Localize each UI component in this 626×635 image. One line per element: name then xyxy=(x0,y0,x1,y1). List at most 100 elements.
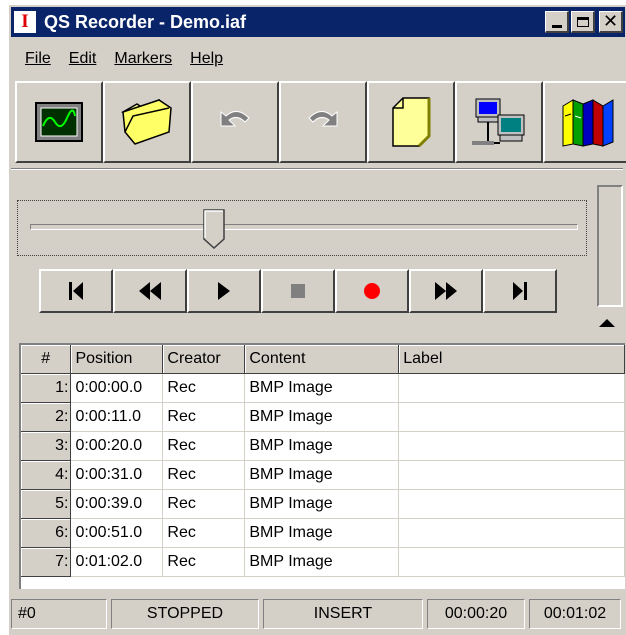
skip-to-end-icon xyxy=(513,282,527,300)
cell-content[interactable]: BMP Image xyxy=(244,431,400,461)
cell-position[interactable]: 0:00:31.0 xyxy=(70,460,164,490)
window-title: QS Recorder - Demo.iaf xyxy=(44,11,247,32)
network-computers-icon xyxy=(472,98,525,145)
position-slider[interactable] xyxy=(17,200,587,256)
cell-position[interactable]: 0:00:11.0 xyxy=(70,402,164,432)
scope-button[interactable] xyxy=(15,81,103,163)
cell-position[interactable]: 0:00:20.0 xyxy=(70,431,164,461)
title-bar[interactable]: I QS Recorder - Demo.iaf ✕ xyxy=(11,7,625,37)
cell-content[interactable]: BMP Image xyxy=(244,460,400,490)
cell-content[interactable]: BMP Image xyxy=(244,518,400,548)
menu-file[interactable]: File xyxy=(11,47,60,73)
col-header-content[interactable]: Content xyxy=(244,345,400,374)
row-number: 4: xyxy=(21,460,72,490)
new-button[interactable] xyxy=(367,81,455,163)
slider-track xyxy=(30,224,578,230)
cell-label[interactable] xyxy=(398,431,625,461)
redo-button[interactable] xyxy=(279,81,367,163)
menu-markers[interactable]: Markers xyxy=(105,47,181,73)
level-up-arrow-icon[interactable] xyxy=(599,319,615,327)
cell-creator[interactable]: Rec xyxy=(162,402,246,432)
cell-content[interactable]: BMP Image xyxy=(244,373,400,403)
close-icon: ✕ xyxy=(602,11,619,31)
marker-table[interactable]: # Position Creator Content Label 1: 0:00:… xyxy=(19,343,625,589)
cell-creator[interactable]: Rec xyxy=(162,547,246,577)
table-row[interactable]: 4: 0:00:31.0 Rec BMP Image xyxy=(21,460,625,490)
cell-content[interactable]: BMP Image xyxy=(244,489,400,519)
table-header-row: # Position Creator Content Label xyxy=(21,345,625,374)
transport-controls xyxy=(39,269,557,313)
cell-content[interactable]: BMP Image xyxy=(244,547,400,577)
row-number: 1: xyxy=(21,373,72,403)
cell-creator[interactable]: Rec xyxy=(162,460,246,490)
col-header-position[interactable]: Position xyxy=(70,345,164,374)
table-row[interactable]: 7: 0:01:02.0 Rec BMP Image xyxy=(21,547,625,577)
cell-content[interactable]: BMP Image xyxy=(244,402,400,432)
menu-bar: File Edit Markers Help xyxy=(11,47,232,73)
minimize-button[interactable] xyxy=(545,11,569,33)
toolbar xyxy=(15,81,626,165)
open-button[interactable] xyxy=(103,81,191,163)
status-state: STOPPED xyxy=(111,599,259,629)
slider-thumb[interactable] xyxy=(203,209,225,249)
menu-label: Markers xyxy=(114,50,173,67)
table-row[interactable]: 2: 0:00:11.0 Rec BMP Image xyxy=(21,402,625,432)
cell-creator[interactable]: Rec xyxy=(162,489,246,519)
status-marker: #0 xyxy=(11,599,107,629)
library-button[interactable] xyxy=(543,81,626,163)
cell-position[interactable]: 0:00:39.0 xyxy=(70,489,164,519)
table-row[interactable]: 6: 0:00:51.0 Rec BMP Image xyxy=(21,518,625,548)
cell-position[interactable]: 0:01:02.0 xyxy=(70,547,164,577)
status-bar: #0 STOPPED INSERT 00:00:20 00:01:02 xyxy=(11,599,621,629)
cell-position[interactable]: 0:00:00.0 xyxy=(70,373,164,403)
open-folder-icon xyxy=(121,98,172,145)
cell-label[interactable] xyxy=(398,547,625,577)
menu-label: Help xyxy=(190,50,224,67)
menu-edit[interactable]: Edit xyxy=(60,47,106,73)
col-header-label[interactable]: Label xyxy=(398,345,625,374)
close-button[interactable]: ✕ xyxy=(599,11,623,33)
cell-creator[interactable]: Rec xyxy=(162,431,246,461)
network-button[interactable] xyxy=(455,81,543,163)
oscilloscope-icon xyxy=(35,102,83,142)
undo-button[interactable] xyxy=(191,81,279,163)
stop-button[interactable] xyxy=(261,269,335,313)
skip-to-start-button[interactable] xyxy=(39,269,113,313)
undo-icon xyxy=(220,110,250,127)
cell-label[interactable] xyxy=(398,460,625,490)
toolbar-separator xyxy=(11,168,623,170)
level-meter[interactable] xyxy=(597,185,623,307)
status-total-time: 00:01:02 xyxy=(529,599,621,629)
redo-icon xyxy=(308,110,338,127)
play-button[interactable] xyxy=(187,269,261,313)
maximize-button[interactable] xyxy=(571,11,595,33)
menu-label: Edit xyxy=(68,50,97,67)
rewind-icon xyxy=(139,282,161,300)
cell-label[interactable] xyxy=(398,518,625,548)
cell-label[interactable] xyxy=(398,402,625,432)
cell-position[interactable]: 0:00:51.0 xyxy=(70,518,164,548)
col-header-creator[interactable]: Creator xyxy=(162,345,246,374)
rewind-button[interactable] xyxy=(113,269,187,313)
skip-to-end-button[interactable] xyxy=(483,269,557,313)
cell-creator[interactable]: Rec xyxy=(162,373,246,403)
play-icon xyxy=(218,282,230,300)
record-button[interactable] xyxy=(335,269,409,313)
app-window: I QS Recorder - Demo.iaf ✕ File Edit Mar… xyxy=(8,4,626,635)
row-number: 7: xyxy=(21,547,72,577)
cell-creator[interactable]: Rec xyxy=(162,518,246,548)
menu-help[interactable]: Help xyxy=(181,47,232,73)
fast-forward-button[interactable] xyxy=(409,269,483,313)
record-icon xyxy=(364,283,380,299)
table-row[interactable]: 5: 0:00:39.0 Rec BMP Image xyxy=(21,489,625,519)
row-number: 5: xyxy=(21,489,72,519)
table-row[interactable]: 1: 0:00:00.0 Rec BMP Image xyxy=(21,373,625,403)
col-header-number[interactable]: # xyxy=(21,345,72,374)
new-file-icon xyxy=(392,97,431,148)
cell-label[interactable] xyxy=(398,373,625,403)
cell-label[interactable] xyxy=(398,489,625,519)
library-books-icon xyxy=(562,99,614,147)
status-mode: INSERT xyxy=(263,599,423,629)
table-row[interactable]: 3: 0:00:20.0 Rec BMP Image xyxy=(21,431,625,461)
app-icon[interactable]: I xyxy=(14,11,36,33)
